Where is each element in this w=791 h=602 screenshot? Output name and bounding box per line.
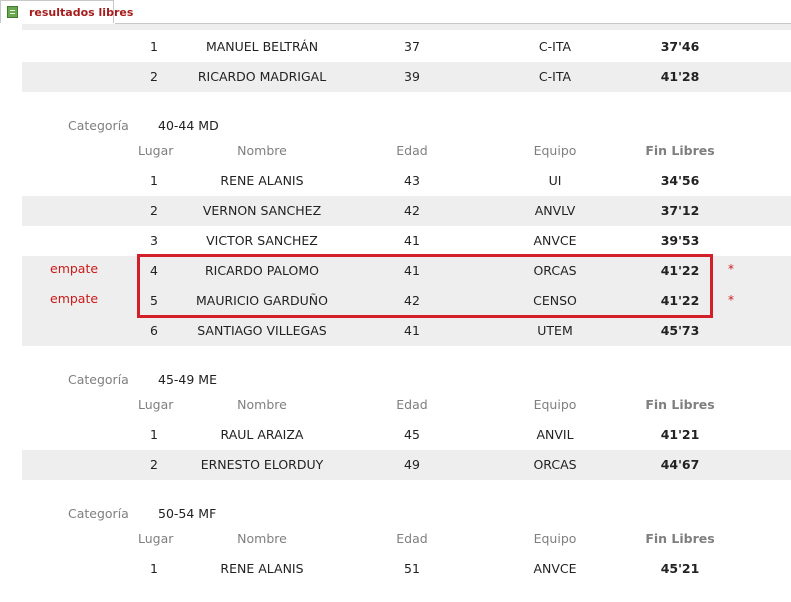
equipo-cell: ORCAS [533, 457, 577, 472]
tie-highlight-box [137, 254, 713, 318]
table-row: 2 RICARDO MADRIGAL 39 C-ITA 41'28 [22, 62, 791, 92]
tab-label: resultados libres [29, 6, 134, 19]
table-row: 1 RENE ALANIS 51 ANVCE 45'21 [22, 554, 791, 584]
fin-cell: 39'53 [660, 233, 700, 248]
edad-cell: 41 [404, 323, 420, 338]
table-row: 1 RAUL ARAIZA 45 ANVIL 41'21 [22, 420, 791, 450]
lugar-cell: 2 [150, 69, 158, 84]
header-equipo: Equipo [533, 143, 577, 158]
lugar-cell: 2 [150, 457, 158, 472]
category-value: 40-44 MD [158, 118, 219, 133]
table-row: 1 RENE ALANIS 43 UI 34'56 [22, 166, 791, 196]
nombre-cell: RENE ALANIS [220, 173, 304, 188]
header-equipo: Equipo [533, 397, 577, 412]
category-label: Categoría [68, 372, 129, 387]
category-heading: Categoría 40-44 MD [68, 116, 219, 136]
header-equipo: Equipo [533, 531, 577, 546]
equipo-cell: UTEM [537, 323, 573, 338]
edad-cell: 41 [404, 233, 420, 248]
tie-label: empate [50, 291, 99, 306]
fin-cell: 37'12 [660, 203, 700, 218]
edad-cell: 37 [404, 39, 420, 54]
nombre-cell: MANUEL BELTRÁN [205, 39, 319, 54]
lugar-cell: 6 [150, 323, 158, 338]
lugar-cell: 3 [150, 233, 158, 248]
header-fin-libres: Fin Libres [645, 397, 715, 412]
table-row: 2 ERNESTO ELORDUY 49 ORCAS 44'67 [22, 450, 791, 480]
category-label: Categoría [68, 118, 129, 133]
lugar-cell: 1 [150, 173, 158, 188]
category-value: 50-54 MF [158, 506, 217, 521]
column-header-row: Lugar Nombre Edad Equipo Fin Libres [22, 393, 791, 417]
fin-cell: 37'46 [660, 39, 700, 54]
table-row: 6 SANTIAGO VILLEGAS 41 UTEM 45'73 [22, 316, 791, 346]
equipo-cell: ANVLV [534, 203, 576, 218]
table-row: 3 VICTOR SANCHEZ 41 ANVCE 39'53 [22, 226, 791, 256]
edad-cell: 51 [404, 561, 420, 576]
equipo-cell: ANVIL [536, 427, 574, 442]
table-row: 2 VERNON SANCHEZ 42 ANVLV 37'12 [22, 196, 791, 226]
nombre-cell: RICARDO MADRIGAL [197, 69, 327, 84]
fin-cell: 45'73 [660, 323, 700, 338]
equipo-cell: ANVCE [533, 561, 577, 576]
header-edad: Edad [396, 397, 428, 412]
header-fin-libres: Fin Libres [645, 531, 715, 546]
equipo-cell: UI [548, 173, 562, 188]
report-icon [7, 6, 18, 18]
tie-label: empate [50, 261, 99, 276]
report-body[interactable]: 1 MANUEL BELTRÁN 37 C-ITA 37'46 2 RICARD… [0, 24, 791, 602]
equipo-cell: ANVCE [533, 233, 577, 248]
fin-cell: 41'21 [660, 427, 700, 442]
edad-cell: 49 [404, 457, 420, 472]
nombre-cell: VICTOR SANCHEZ [206, 233, 318, 248]
edad-cell: 39 [404, 69, 420, 84]
nombre-cell: VERNON SANCHEZ [202, 203, 322, 218]
column-header-row: Lugar Nombre Edad Equipo Fin Libres [22, 527, 791, 551]
header-nombre: Nombre [237, 531, 287, 546]
clipped-row [22, 24, 791, 30]
header-edad: Edad [396, 143, 428, 158]
lugar-cell: 1 [150, 39, 158, 54]
fin-cell: 41'28 [660, 69, 700, 84]
lugar-cell: 2 [150, 203, 158, 218]
category-heading: Categoría 45-49 ME [68, 370, 217, 390]
category-heading: Categoría 50-54 MF [68, 504, 216, 524]
edad-cell: 45 [404, 427, 420, 442]
category-label: Categoría [68, 506, 129, 521]
category-value: 45-49 ME [158, 372, 217, 387]
fin-cell: 34'56 [660, 173, 700, 188]
table-row: 1 MANUEL BELTRÁN 37 C-ITA 37'46 [22, 32, 791, 62]
nombre-cell: RAUL ARAIZA [220, 427, 304, 442]
header-edad: Edad [396, 531, 428, 546]
header-nombre: Nombre [237, 397, 287, 412]
edad-cell: 42 [404, 203, 420, 218]
header-nombre: Nombre [237, 143, 287, 158]
header-fin-libres: Fin Libres [645, 143, 715, 158]
edad-cell: 43 [404, 173, 420, 188]
column-header-row: Lugar Nombre Edad Equipo Fin Libres [22, 139, 791, 163]
equipo-cell: C-ITA [538, 39, 572, 54]
lugar-cell: 1 [150, 427, 158, 442]
nombre-cell: SANTIAGO VILLEGAS [197, 323, 327, 338]
nombre-cell: RENE ALANIS [220, 561, 304, 576]
tab-resultados-libres[interactable]: resultados libres [0, 0, 133, 23]
fin-cell: 44'67 [660, 457, 700, 472]
tie-asterisk: * [728, 293, 734, 307]
nombre-cell: ERNESTO ELORDUY [200, 457, 324, 472]
lugar-cell: 1 [150, 561, 158, 576]
tab-bar: resultados libres [0, 0, 791, 24]
fin-cell: 45'21 [660, 561, 700, 576]
tie-asterisk: * [728, 262, 734, 276]
equipo-cell: C-ITA [538, 69, 572, 84]
